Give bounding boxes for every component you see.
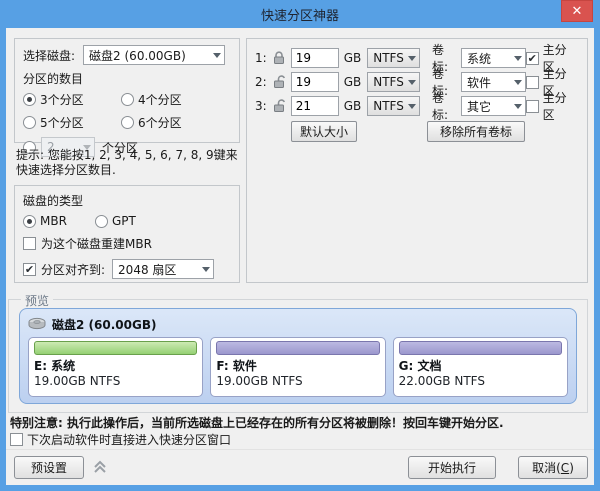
unit-label: GB: [344, 99, 362, 113]
partition-name: F: 软件: [216, 358, 379, 374]
filesystem-combobox[interactable]: NTFS: [367, 72, 420, 92]
radio-3-partitions[interactable]: 3个分区: [23, 91, 121, 108]
preset-button[interactable]: 预设置: [14, 456, 84, 479]
partition-count-label: 分区的数目: [23, 70, 233, 87]
remove-all-labels-button[interactable]: 移除所有卷标: [427, 121, 525, 142]
chevron-down-icon: [514, 80, 522, 85]
app-window: 快速分区神器 ✕ 选择磁盘: 磁盘2 (60.00GB) 分区的数目 3个分区: [0, 0, 600, 491]
unit-label: GB: [344, 75, 362, 89]
align-value: 2048 扇区: [118, 261, 176, 278]
preview-partition: G: 文档 22.00GB NTFS: [393, 337, 568, 397]
double-chevron-up-icon[interactable]: [92, 459, 108, 475]
chevron-down-icon: [514, 104, 522, 109]
volume-combobox[interactable]: 软件: [461, 72, 526, 92]
row-index: 3:: [255, 99, 269, 113]
checkbox-icon: [526, 76, 539, 89]
disk-select-value: 磁盘2 (60.00GB): [89, 47, 186, 64]
chevron-down-icon: [408, 104, 416, 109]
disk-preview-panel: 磁盘2 (60.00GB) E: 系统 19.00GB NTFS F: 软件 1…: [19, 308, 577, 404]
lock-icon[interactable]: [271, 50, 287, 66]
default-size-button[interactable]: 默认大小: [291, 121, 357, 142]
close-button[interactable]: ✕: [561, 0, 593, 22]
preview-partition: E: 系统 19.00GB NTFS: [28, 337, 203, 397]
preview-legend: 预览: [21, 292, 53, 309]
partition-usage-bar: [399, 341, 562, 355]
preview-disk-title: 磁盘2 (60.00GB): [52, 316, 156, 333]
partition-row: 3: GB NTFS 卷标: 其它 主分区: [255, 94, 587, 118]
unlock-icon[interactable]: [271, 74, 287, 90]
radio-icon: [95, 215, 108, 228]
warning-text: 特别注意: 执行此操作后，当前所选磁盘上已经存在的所有分区将被删除！按回车键开始…: [10, 414, 592, 431]
radio-mbr[interactable]: MBR: [23, 214, 95, 228]
chevron-down-icon: [514, 56, 522, 61]
radio-icon: [121, 116, 134, 129]
partition-usage-bar: [216, 341, 379, 355]
checkbox-icon: ✔: [526, 52, 539, 65]
chevron-down-icon: [408, 80, 416, 85]
cancel-button[interactable]: 取消(C): [518, 456, 588, 479]
unlock-icon[interactable]: [271, 98, 287, 114]
filesystem-combobox[interactable]: NTFS: [367, 96, 420, 116]
disk-type-label: 磁盘的类型: [23, 192, 233, 209]
chevron-down-icon: [408, 56, 416, 61]
hard-disk-icon: [28, 317, 46, 331]
checkbox-icon: ✔: [23, 263, 36, 276]
volume-combobox[interactable]: 系统: [461, 48, 526, 68]
checkbox-icon: [10, 433, 23, 446]
partition-name: G: 文档: [399, 358, 562, 374]
filesystem-combobox[interactable]: NTFS: [367, 48, 420, 68]
volume-combobox[interactable]: 其它: [461, 96, 526, 116]
window-title: 快速分区神器: [261, 5, 339, 24]
preview-partition: F: 软件 19.00GB NTFS: [210, 337, 385, 397]
title-bar[interactable]: 快速分区神器 ✕: [6, 0, 594, 28]
preview-group: 预览 磁盘2 (60.00GB) E: 系统 19.00GB NTFS: [8, 299, 588, 413]
autostart-checkbox[interactable]: 下次启动软件时直接进入快速分区窗口: [10, 431, 231, 448]
radio-4-partitions[interactable]: 4个分区: [121, 91, 182, 108]
row-index: 1:: [255, 51, 269, 65]
size-input[interactable]: [291, 72, 339, 92]
partition-settings-group: 1: GB NTFS 卷标: 系统 ✔ 主分区 2:: [246, 38, 588, 283]
chevron-down-icon: [202, 267, 210, 272]
partition-name: E: 系统: [34, 358, 197, 374]
start-execute-button[interactable]: 开始执行: [408, 456, 496, 479]
align-checkbox[interactable]: ✔ 分区对齐到:: [23, 261, 105, 278]
checkbox-icon: [526, 100, 539, 113]
volume-label-caption: 卷标:: [432, 89, 456, 123]
radio-icon: [23, 215, 36, 228]
radio-6-partitions[interactable]: 6个分区: [121, 114, 182, 131]
hint-text: 提示: 您能按1, 2, 3, 4, 5, 6, 7, 8, 9键来快速选择分区…: [16, 148, 242, 178]
disk-select-group: 选择磁盘: 磁盘2 (60.00GB) 分区的数目 3个分区 4个分区: [14, 38, 240, 143]
disk-select-combobox[interactable]: 磁盘2 (60.00GB): [83, 45, 225, 65]
checkbox-icon: [23, 237, 36, 250]
radio-icon: [121, 93, 134, 106]
disk-select-label: 选择磁盘:: [23, 47, 75, 64]
size-input[interactable]: [291, 96, 339, 116]
footer-bar: 预设置 开始执行 取消(C): [6, 449, 594, 485]
partition-info: 19.00GB NTFS: [216, 374, 379, 389]
radio-icon: [23, 116, 36, 129]
radio-gpt[interactable]: GPT: [95, 214, 136, 228]
partition-usage-bar: [34, 341, 197, 355]
primary-checkbox[interactable]: 主分区: [526, 89, 587, 123]
chevron-down-icon: [213, 53, 221, 58]
unit-label: GB: [344, 51, 362, 65]
close-icon: ✕: [572, 4, 583, 19]
partition-info: 19.00GB NTFS: [34, 374, 197, 389]
size-input[interactable]: [291, 48, 339, 68]
radio-5-partitions[interactable]: 5个分区: [23, 114, 121, 131]
dialog-body: 选择磁盘: 磁盘2 (60.00GB) 分区的数目 3个分区 4个分区: [6, 28, 594, 485]
radio-icon: [23, 93, 36, 106]
disk-type-group: 磁盘的类型 MBR GPT 为这个磁盘重建MBR ✔ 分区对齐到:: [14, 185, 240, 283]
partition-info: 22.00GB NTFS: [399, 374, 562, 389]
align-combobox[interactable]: 2048 扇区: [112, 259, 214, 279]
row-index: 2:: [255, 75, 269, 89]
rebuild-mbr-checkbox[interactable]: 为这个磁盘重建MBR: [23, 235, 233, 252]
